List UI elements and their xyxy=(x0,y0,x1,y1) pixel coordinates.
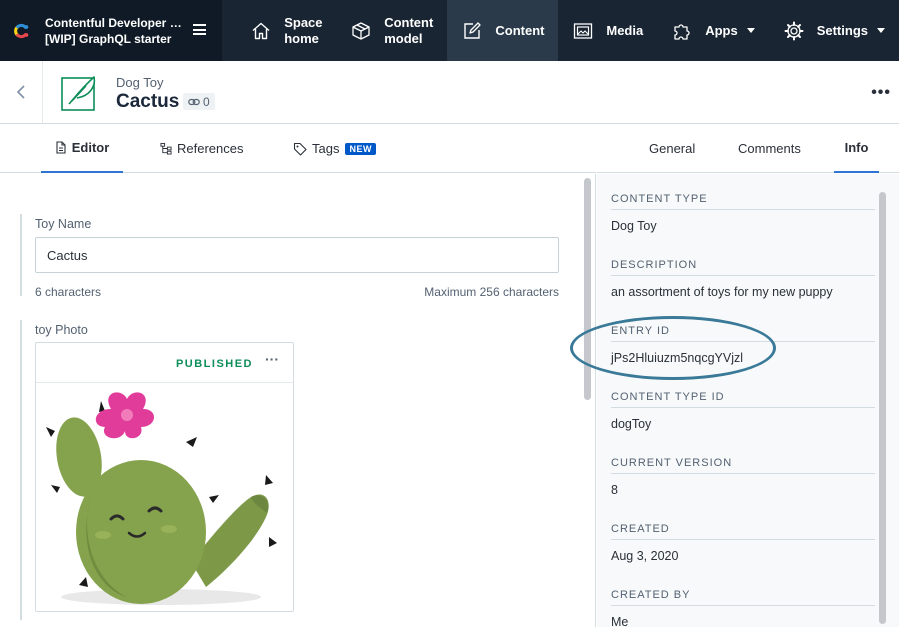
content-model-icon xyxy=(352,21,370,40)
nav-settings[interactable]: Settings xyxy=(769,0,899,61)
chevron-down-icon xyxy=(746,28,755,33)
asset-card[interactable]: PUBLISHED ··· xyxy=(35,342,294,612)
content-type-name: Dog Toy xyxy=(116,75,164,90)
info-current-version: CURRENT VERSION 8 xyxy=(611,457,875,497)
cactus-toy-image xyxy=(46,392,277,605)
org-name: Contentful Developer Rel... xyxy=(45,15,190,30)
info-created-by: CREATED BY Me xyxy=(611,589,875,627)
menu-icon[interactable] xyxy=(193,24,207,35)
references-count-badge[interactable]: 0 xyxy=(183,93,215,110)
entry-header: Dog Toy Cactus 0 ••• xyxy=(0,61,899,124)
sidebar-scrollbar[interactable] xyxy=(879,192,886,624)
content-edit-icon xyxy=(464,21,482,39)
field-label: Toy Name xyxy=(35,217,92,231)
chevron-down-icon xyxy=(877,28,885,33)
info-entry-id: ENTRY ID jPs2Hluiuzm5nqcgYVjzl xyxy=(611,325,875,365)
info-content-type: CONTENT TYPE Dog Toy xyxy=(611,193,875,233)
tab-tags[interactable]: Tags NEW xyxy=(293,124,376,173)
info-sidebar: CONTENT TYPE Dog Toy DESCRIPTION an asso… xyxy=(597,174,899,627)
character-count: 6 characters xyxy=(35,285,102,299)
character-limit: Maximum 256 characters xyxy=(424,285,559,299)
info-content-type-id: CONTENT TYPE ID dogToy xyxy=(611,391,875,431)
nav-space-home[interactable]: Space home xyxy=(222,0,336,61)
nav-apps[interactable]: Apps xyxy=(657,0,769,61)
editor-scrollbar[interactable] xyxy=(584,178,591,400)
asset-options-icon[interactable]: ··· xyxy=(265,351,279,367)
space-name: [WIP] GraphQL starter xyxy=(45,31,172,46)
gear-icon xyxy=(784,21,804,40)
entry-title: Cactus xyxy=(116,91,180,112)
tag-icon xyxy=(293,142,307,156)
references-icon xyxy=(160,142,172,155)
tab-references[interactable]: References xyxy=(160,124,243,173)
puzzle-icon xyxy=(674,23,690,40)
entry-feather-icon xyxy=(61,76,96,111)
nav-content[interactable]: Content xyxy=(447,0,559,61)
tab-comments[interactable]: Comments xyxy=(738,124,801,173)
info-description: DESCRIPTION an assortment of toys for my… xyxy=(611,259,875,299)
info-created: CREATED Aug 3, 2020 xyxy=(611,523,875,563)
nav-content-model[interactable]: Content model xyxy=(336,0,447,61)
home-icon xyxy=(252,22,270,39)
back-button[interactable] xyxy=(0,61,43,123)
link-icon xyxy=(188,98,200,105)
media-icon xyxy=(574,22,593,39)
document-icon xyxy=(56,141,66,154)
new-badge: NEW xyxy=(345,142,376,155)
editor-tabs: Editor References Tags NEW xyxy=(0,124,596,173)
more-options-icon[interactable]: ••• xyxy=(871,84,891,102)
space-switcher[interactable]: Contentful Developer Rel... [WIP] GraphQ… xyxy=(0,0,223,61)
field-toy-name: Toy Name Cactus 6 characters Maximum 256… xyxy=(20,214,560,299)
chevron-left-icon xyxy=(16,85,25,99)
entry-editor: Toy Name Cactus 6 characters Maximum 256… xyxy=(0,174,596,627)
sidebar-tabs: General Comments Info xyxy=(597,124,899,173)
status-badge: PUBLISHED xyxy=(175,358,253,370)
top-navigation: Contentful Developer Rel... [WIP] GraphQ… xyxy=(0,0,899,61)
tab-info[interactable]: Info xyxy=(834,124,879,173)
field-label: toy Photo xyxy=(35,323,88,337)
tab-general[interactable]: General xyxy=(649,124,695,173)
toy-name-input[interactable]: Cactus xyxy=(35,237,559,273)
field-toy-photo: toy Photo PUBLISHED ··· xyxy=(20,320,300,620)
contentful-logo-icon xyxy=(14,23,29,38)
tab-editor[interactable]: Editor xyxy=(41,124,123,173)
nav-media[interactable]: Media xyxy=(558,0,657,61)
